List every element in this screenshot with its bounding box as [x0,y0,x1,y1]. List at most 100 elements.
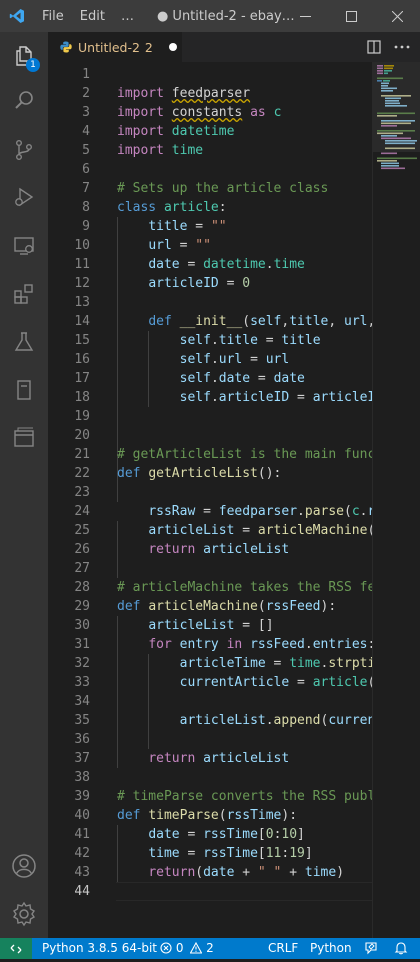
code-line: 8 class article: [82,200,227,215]
run-debug-button[interactable] [0,173,48,221]
python-file-icon [60,41,72,53]
tab-problems-count: 2 [144,39,153,55]
extensions-button[interactable] [0,270,48,318]
tab-bar: Untitled-2 2 [48,32,420,62]
search-button[interactable] [0,77,48,125]
split-editor-button[interactable] [360,32,388,62]
maximize-icon [345,10,357,22]
accounts-button[interactable] [0,842,48,890]
code-line: 40 def timeParse(rssTime): [74,808,298,823]
code-line: 9 title = "" [82,219,227,234]
tab-untitled-2[interactable]: Untitled-2 2 [48,32,182,62]
vscode-logo-icon [0,0,34,32]
code-line: 28 # articleMachine takes the RSS fe [74,580,372,595]
maximize-button[interactable] [328,0,374,32]
remote-explorer-button[interactable] [0,222,48,270]
close-window-button[interactable] [374,0,420,32]
code-line: 30 articleList = [] [74,618,274,633]
code-line: 37 return articleList [74,751,290,766]
code-line: 44 [74,884,90,899]
activity-bar: 1 [0,32,48,938]
code-line: 17 self.date = date [74,371,305,386]
manage-settings-button[interactable] [0,890,48,938]
code-line: 7 # Sets up the article class [82,181,329,196]
code-line: 10 url = "" [74,238,211,253]
problems-indicator[interactable]: 0 2 [160,938,214,959]
code-line: 39 # timeParse converts the RSS publ [74,789,372,804]
window-panel-button[interactable] [0,414,48,462]
window-title: ● Untitled-2 - ebay… [156,8,295,24]
explorer-badge: 1 [26,58,40,72]
code-line: 3 import constants as c [82,105,282,120]
source-control-icon [15,140,32,161]
source-control-button[interactable] [0,126,48,174]
run-debug-icon [15,187,34,207]
code-line: 31 for entry in rssFeed.entries: [74,637,372,652]
line-ending-selector[interactable]: CRLF [268,938,298,959]
more-actions-button[interactable] [388,32,416,62]
code-line: 32 articleTime = time.strpti [74,656,372,671]
testing-button[interactable] [0,318,48,366]
explorer-button[interactable]: 1 [0,32,48,80]
code-line: 20 [74,428,90,443]
warning-count: 2 [206,941,214,955]
notebook-icon [17,380,31,400]
title-bar: File Edit … ● Untitled-2 - ebay… [0,0,420,32]
bell-icon [394,942,408,955]
code-line: 21 # getArticleList is the main func [74,447,372,462]
code-line: 27 [74,561,90,576]
code-line: 23 [74,485,90,500]
code-line: 15 self.title = title [74,333,321,348]
code-line: 16 self.url = url [74,352,290,367]
status-bar: Python 3.8.5 64-bit 0 2 CRLF Python [0,938,420,959]
account-icon [12,854,36,878]
code-line: 25 articleList = articleMachine( [74,523,372,538]
code-line: 22 def getArticleList(): [74,466,282,481]
code-line: 6 [82,162,90,177]
code-line: 42 time = rssTime[11:19] [74,846,313,861]
search-icon [15,91,33,109]
code-line: 11 date = datetime.time [74,257,305,272]
remote-explorer-icon [14,237,34,255]
window-icon [14,427,34,447]
code-line: 33 currentArticle = article( [74,675,372,690]
error-icon [160,942,172,954]
remote-icon [10,944,22,953]
code-line: 24 rssRaw = feedparser.parse(c.r [74,504,372,519]
code-line: 12 articleID = 0 [74,276,251,291]
minimize-icon [299,15,311,17]
more-actions-icon [394,45,410,49]
code-line: 35 articleList.append(curren [74,713,372,728]
code-line: 38 [74,770,90,785]
language-mode-selector[interactable]: Python [310,938,352,959]
minimize-button[interactable] [282,0,328,32]
error-count: 0 [175,941,184,955]
warning-icon [189,941,203,954]
extensions-icon [14,284,33,304]
feedback-icon [365,942,377,955]
notebook-button[interactable] [0,366,48,414]
split-editor-icon [367,40,381,54]
tab-label: Untitled-2 [78,39,140,55]
code-line: 13 [74,295,90,310]
menu-file[interactable]: File [34,9,72,24]
code-line: 4 import datetime [82,124,235,139]
code-line: 29 def articleMachine(rssFeed): [74,599,337,614]
code-line: 18 self.articleID = articleI [74,390,372,405]
minimap-preview [373,62,420,170]
minimap[interactable] [372,62,420,938]
code-line: 34 [74,694,90,709]
code-line: 41 date = rssTime[0:10] [74,827,305,842]
code-line: 14 def __init__(self,title, url, [74,314,372,329]
python-interpreter[interactable]: Python 3.8.5 64-bit [42,938,157,959]
remote-indicator-button[interactable] [0,938,32,959]
code-editor[interactable]: 1 2 import feedparser 3 import constants a… [48,62,372,938]
code-line: 5 import time [82,143,204,158]
code-line: 1 [82,67,90,82]
code-line: 26 return articleList [74,542,290,557]
testing-icon [14,332,34,351]
unsaved-dot-icon[interactable] [168,43,177,51]
menu-edit[interactable]: Edit [72,9,113,24]
menu-more-button[interactable]: … [113,9,143,24]
code-line: 36 [74,732,90,747]
